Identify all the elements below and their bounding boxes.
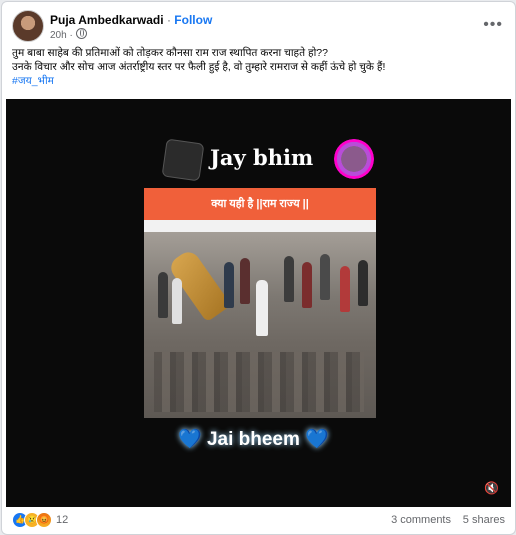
crowd-person (320, 254, 330, 300)
author-name[interactable]: Puja Ambedkarwadi (50, 13, 164, 27)
profile-sticker-icon (334, 139, 374, 179)
author-line: Puja Ambedkarwadi · Follow (50, 13, 212, 27)
avatar[interactable] (12, 10, 44, 42)
post-text-line-1: तुम बाबा साहेब की प्रतिमाओं को तोड़कर कौ… (12, 47, 328, 59)
crowd-person (158, 272, 168, 318)
post-footer: 👍 😢 😡 12 3 comments 5 shares (12, 512, 505, 530)
video-player[interactable]: Jay bhim क्या यही है ||राम राज्य || 💙 Ja… (6, 99, 511, 507)
crowd-person (284, 256, 294, 302)
reaction-icons[interactable]: 👍 😢 😡 (12, 512, 52, 528)
video-frame: क्या यही है ||राम राज्य || (144, 188, 376, 418)
video-white-strip (144, 220, 376, 232)
post-time[interactable]: 20h · (50, 30, 73, 41)
post-meta: 20h · (50, 28, 87, 41)
post-card: Puja Ambedkarwadi · Follow 20h · ••• तुम… (1, 1, 516, 535)
heart-icon: 💙 (178, 429, 202, 450)
crowd-person (302, 262, 312, 308)
more-options-button[interactable]: ••• (483, 16, 503, 34)
crowd-person (224, 262, 234, 308)
post-text: तुम बाबा साहेब की प्रतिमाओं को तोड़कर कौ… (12, 46, 507, 88)
video-banner-text: क्या यही है ||राम राज्य || (211, 198, 309, 210)
heart-icon: 💙 (305, 429, 329, 450)
video-scene (144, 232, 376, 418)
mute-icon[interactable]: 🔇 (484, 481, 499, 495)
crowd-person (256, 280, 268, 336)
bottom-caption-text: Jai bheem (206, 429, 300, 450)
top-caption: Jay bhim (210, 145, 314, 170)
follow-button[interactable]: Follow (174, 13, 212, 27)
bottom-caption: 💙 Jai bheem 💙 (178, 427, 329, 451)
crowd-person (172, 278, 182, 324)
shares-link[interactable]: 5 shares (463, 514, 505, 526)
post-header: Puja Ambedkarwadi · Follow 20h · ••• (12, 10, 507, 42)
crowd-person (358, 260, 368, 306)
rubble (154, 352, 364, 412)
separator: · (166, 13, 171, 27)
post-text-line-2: उनके विचार और सोच आज अंतर्राष्ट्रीय स्तर… (12, 61, 386, 73)
reaction-count[interactable]: 12 (56, 514, 68, 526)
crowd-person (240, 258, 250, 304)
video-top-banner: Jay bhim (161, 137, 374, 182)
comments-link[interactable]: 3 comments (391, 514, 451, 526)
angry-reaction-icon: 😡 (36, 512, 52, 528)
crowd-person (340, 266, 350, 312)
hashtag-link[interactable]: #जय_भीम (12, 75, 54, 87)
left-sticker-icon (161, 138, 205, 182)
globe-icon (75, 28, 87, 39)
